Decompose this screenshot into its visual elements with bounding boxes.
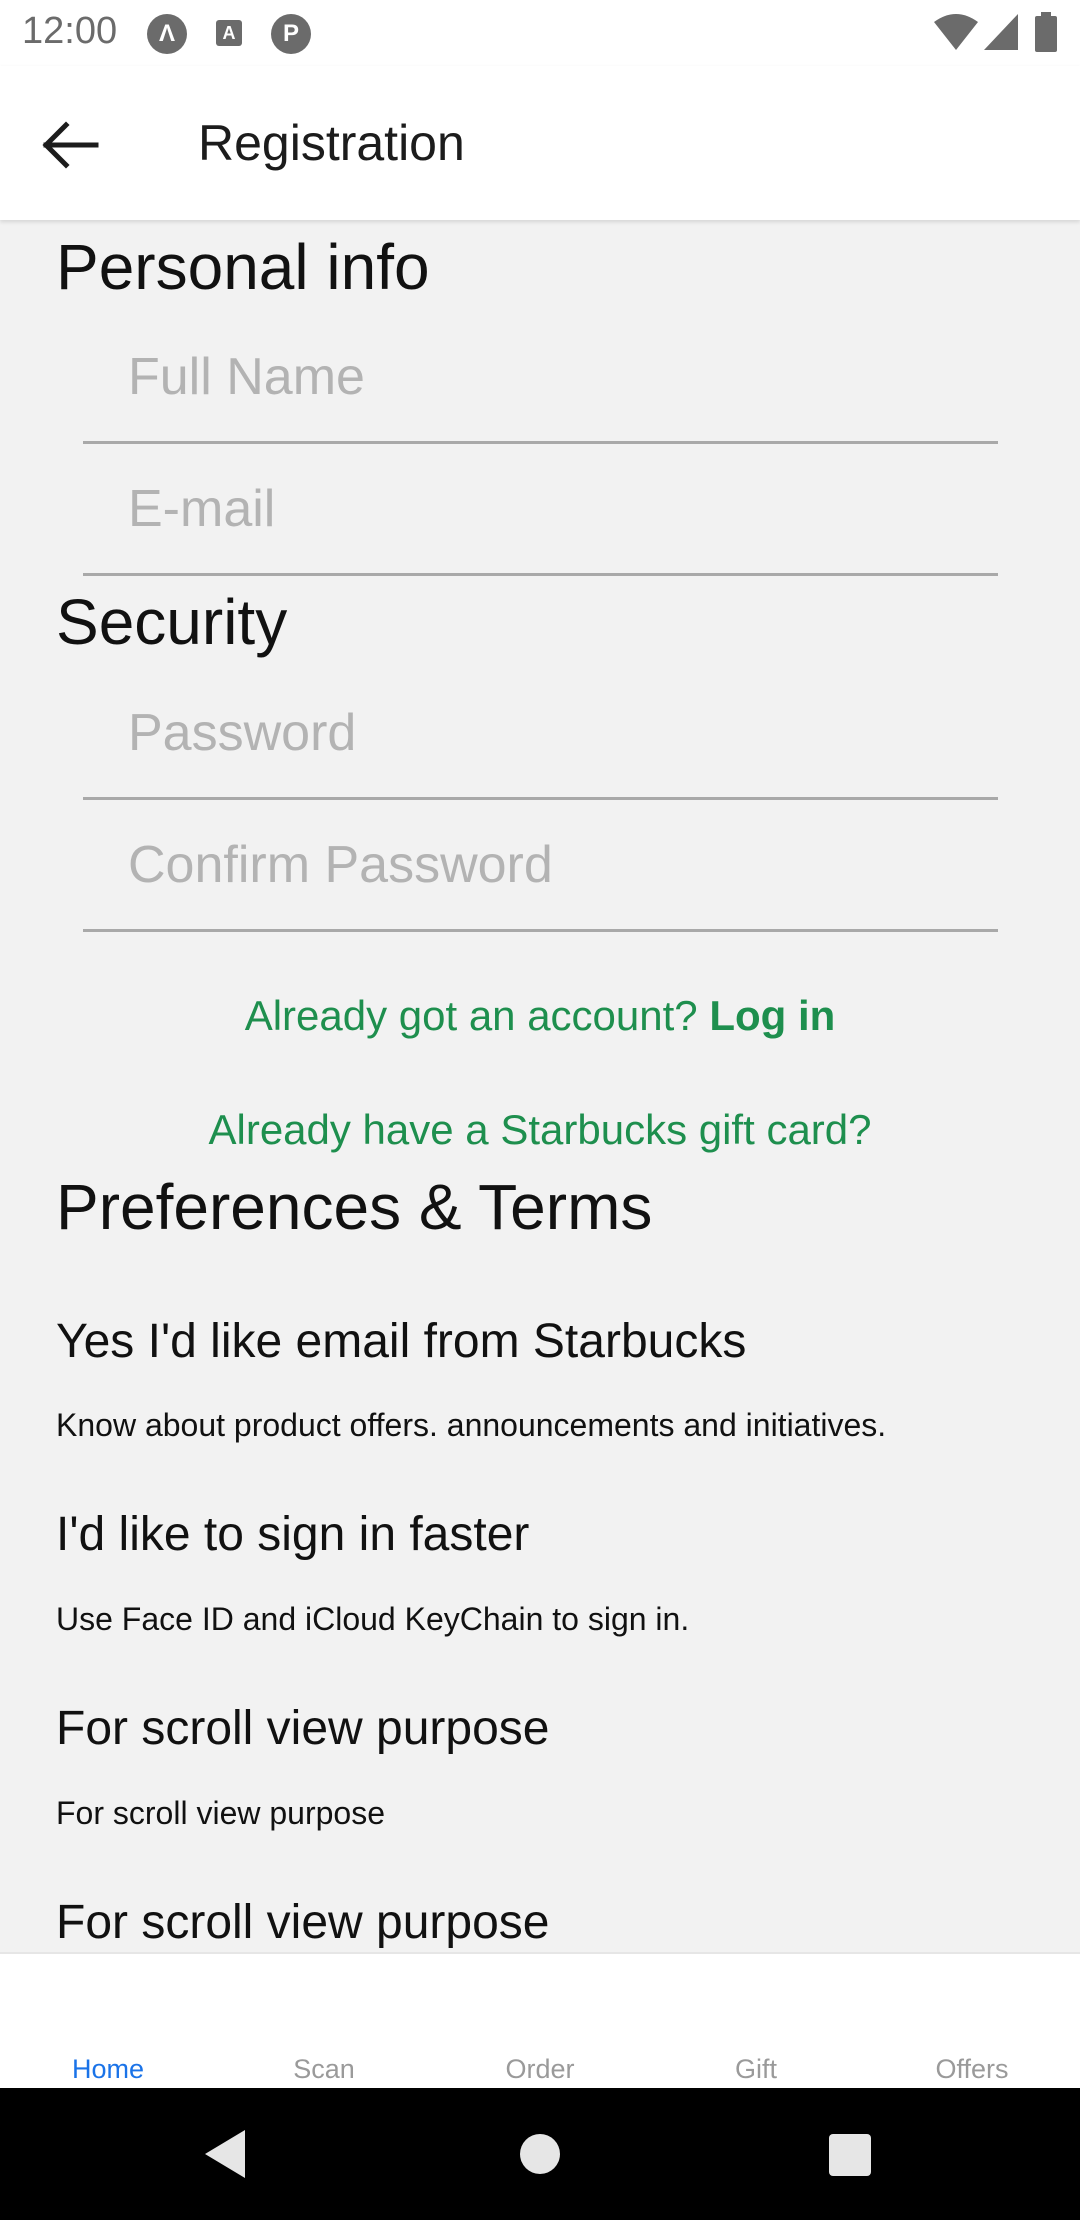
confirm-password-input[interactable]: [128, 830, 968, 900]
status-bar: 12:00 Λ A P: [0, 0, 1080, 66]
pref-scroll-title-2[interactable]: For scroll view purpose: [56, 1895, 550, 1950]
account-prompt-text: Already got an account?: [244, 992, 698, 1039]
login-link[interactable]: Log in: [709, 992, 835, 1039]
back-button[interactable]: [36, 110, 106, 180]
notification-p-icon: P: [271, 14, 311, 54]
battery-icon: [1035, 12, 1057, 52]
tab-order[interactable]: Order: [432, 2054, 648, 2085]
tab-home[interactable]: Home: [0, 2054, 216, 2085]
tab-gift[interactable]: Gift: [648, 2054, 864, 2085]
personal-info-heading: Personal info: [56, 231, 430, 303]
nav-back-icon[interactable]: [205, 2130, 245, 2178]
email-input[interactable]: [128, 474, 968, 544]
page-title: Registration: [198, 115, 465, 171]
registration-screen: 12:00 Λ A P Registration Personal info S…: [0, 0, 1080, 2220]
pref-scroll-desc-1: For scroll view purpose: [56, 1795, 385, 1831]
nav-recents-icon[interactable]: [829, 2134, 871, 2176]
preferences-heading: Preferences & Terms: [56, 1171, 653, 1243]
full-name-input[interactable]: [128, 342, 968, 412]
nav-home-icon[interactable]: [520, 2134, 560, 2174]
email-field: [83, 446, 998, 576]
system-nav-bar: [0, 2088, 1080, 2220]
bottom-tab-bar: Home Scan Order Gift Offers: [0, 1952, 1080, 2088]
pref-email-title[interactable]: Yes I'd like email from Starbucks: [56, 1314, 746, 1369]
gift-card-link[interactable]: Already have a Starbucks gift card?: [0, 1106, 1080, 1154]
arrow-back-icon: [42, 121, 99, 169]
password-field: [83, 670, 998, 800]
app-bar: Registration: [0, 66, 1080, 220]
pref-signin-title[interactable]: I'd like to sign in faster: [56, 1507, 529, 1562]
pref-signin-desc: Use Face ID and iCloud KeyChain to sign …: [56, 1601, 690, 1637]
security-heading: Security: [56, 586, 288, 658]
tab-offers[interactable]: Offers: [864, 2054, 1080, 2085]
notification-box-icon: A: [216, 20, 242, 46]
status-time: 12:00: [22, 10, 118, 52]
pref-scroll-title-1[interactable]: For scroll view purpose: [56, 1701, 550, 1756]
pref-email-desc: Know about product offers. announcements…: [56, 1407, 887, 1443]
password-input[interactable]: [128, 698, 968, 768]
tab-scan[interactable]: Scan: [216, 2054, 432, 2085]
full-name-field: [83, 314, 998, 444]
confirm-password-field: [83, 802, 998, 932]
login-prompt: Already got an account? Log in: [0, 992, 1080, 1040]
wifi-icon: [934, 14, 978, 50]
signal-icon: [984, 14, 1018, 50]
notification-a-icon: Λ: [147, 14, 187, 54]
